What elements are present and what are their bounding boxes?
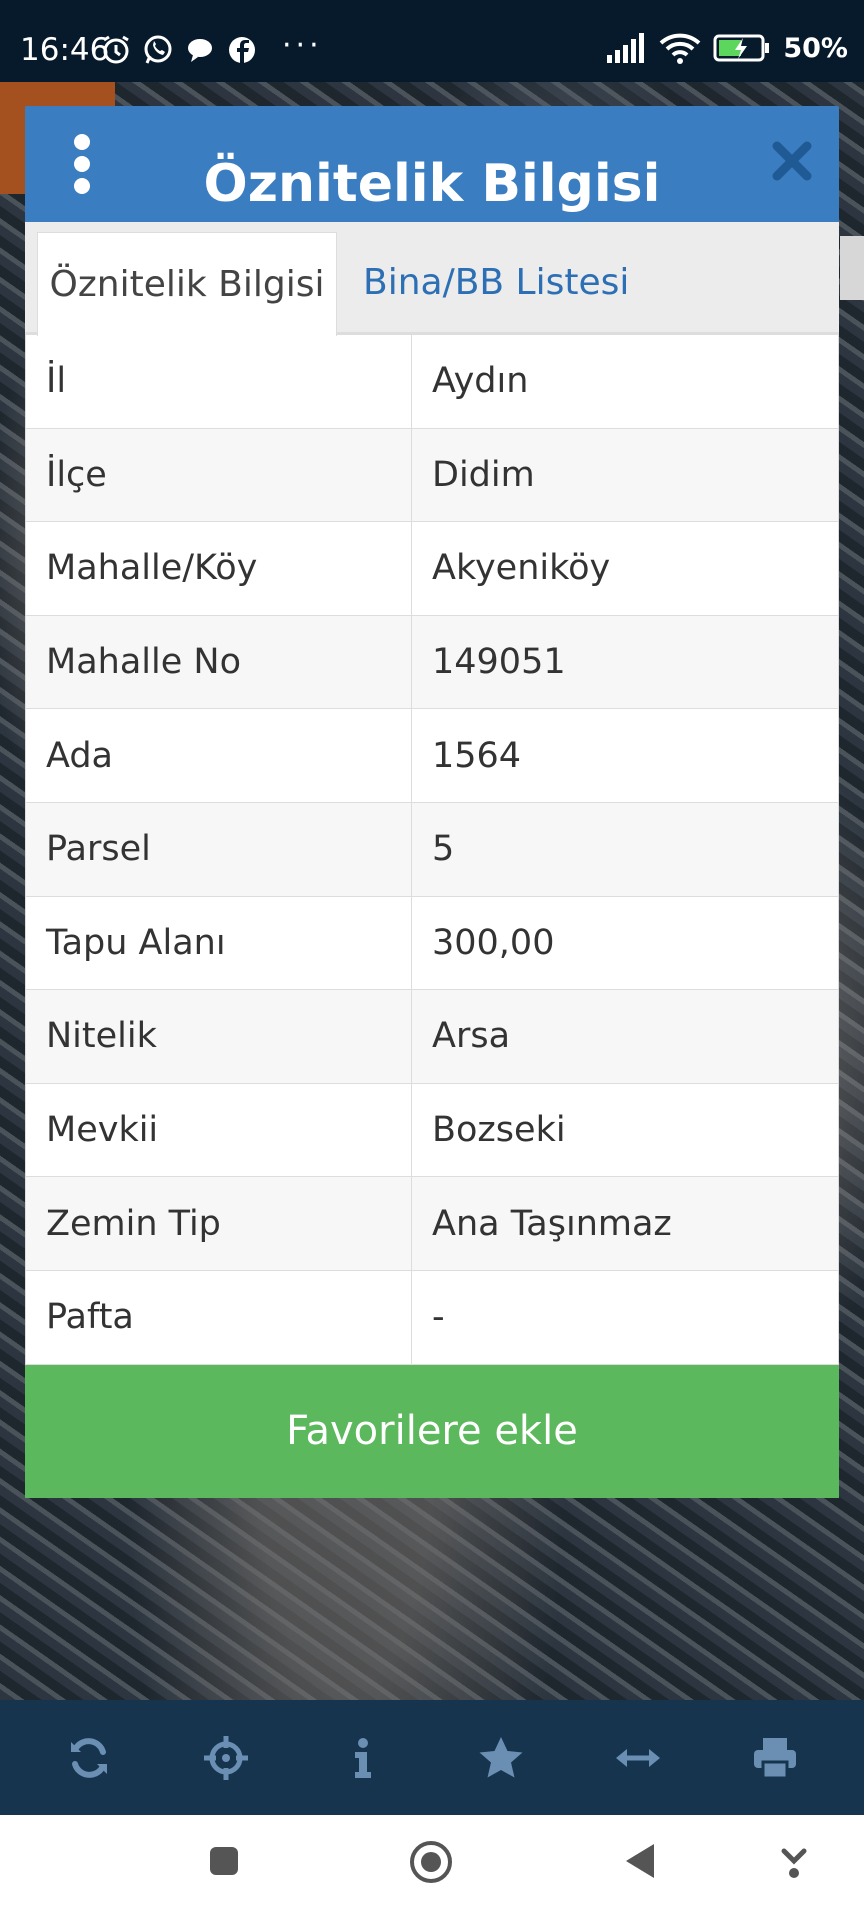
tab-attribute-info[interactable]: Öznitelik Bilgisi bbox=[37, 232, 337, 336]
battery-percentage: 50% bbox=[783, 32, 848, 64]
row-value: Aydın bbox=[411, 334, 839, 429]
row-value: Ana Taşınmaz bbox=[411, 1176, 839, 1271]
whatsapp-icon bbox=[144, 35, 172, 64]
signal-icon bbox=[607, 33, 645, 63]
row-key: İlçe bbox=[25, 427, 412, 523]
system-navigation-bar bbox=[0, 1815, 864, 1920]
home-icon[interactable] bbox=[408, 1839, 454, 1885]
add-to-favorites-button[interactable]: Favorilere ekle bbox=[25, 1364, 839, 1498]
keyboard-hide-icon[interactable] bbox=[778, 1845, 810, 1881]
table-row: Ada 1564 bbox=[25, 708, 839, 803]
table-row: Pafta - bbox=[25, 1269, 839, 1365]
status-time: 16:46 bbox=[20, 32, 110, 68]
row-value: Arsa bbox=[411, 989, 839, 1084]
row-key: Mevkii bbox=[25, 1082, 412, 1178]
row-key: Zemin Tip bbox=[25, 1176, 412, 1271]
table-row: Zemin Tip Ana Taşınmaz bbox=[25, 1176, 839, 1271]
crosshair-icon[interactable] bbox=[202, 1734, 250, 1782]
refresh-icon[interactable] bbox=[65, 1734, 113, 1782]
map-side-control[interactable] bbox=[840, 236, 864, 300]
row-value: - bbox=[411, 1269, 839, 1365]
facebook-icon bbox=[229, 37, 255, 63]
row-key: Ada bbox=[25, 708, 412, 803]
row-key: Mahalle No bbox=[25, 614, 412, 710]
notification-icons bbox=[100, 34, 258, 66]
dialog-header: Öznitelik Bilgisi bbox=[25, 106, 839, 222]
info-icon[interactable] bbox=[339, 1734, 387, 1782]
row-key: Mahalle/Köy bbox=[25, 521, 412, 616]
row-key: İl bbox=[25, 334, 412, 429]
dialog-title: Öznitelik Bilgisi bbox=[203, 154, 661, 214]
alarm-icon bbox=[103, 35, 129, 64]
row-value: 5 bbox=[411, 801, 839, 897]
attribute-table: İl Aydın İlçe Didim Mahalle/Köy Akyeniköy M… bbox=[25, 334, 839, 1365]
table-row: Parsel 5 bbox=[25, 801, 839, 897]
star-icon[interactable] bbox=[477, 1734, 525, 1782]
back-icon[interactable] bbox=[622, 1841, 658, 1881]
chat-icon bbox=[188, 39, 212, 62]
table-row: Tapu Alanı 300,00 bbox=[25, 895, 839, 991]
table-row: Mahalle/Köy Akyeniköy bbox=[25, 521, 839, 616]
table-row: İlçe Didim bbox=[25, 427, 839, 523]
more-notifications: ··· bbox=[282, 28, 323, 63]
print-icon[interactable] bbox=[751, 1734, 799, 1782]
tab-bar: Öznitelik Bilgisi Bina/BB Listesi bbox=[25, 222, 839, 336]
row-value: 149051 bbox=[411, 614, 839, 710]
row-value: 1564 bbox=[411, 708, 839, 803]
table-row: Mahalle No 149051 bbox=[25, 614, 839, 710]
battery-charging-icon bbox=[713, 34, 770, 62]
map-toolbar bbox=[0, 1700, 864, 1815]
row-key: Parsel bbox=[25, 801, 412, 897]
recent-apps-icon[interactable] bbox=[208, 1845, 240, 1877]
row-value: 300,00 bbox=[411, 895, 839, 991]
row-value: Bozseki bbox=[411, 1082, 839, 1178]
close-icon[interactable] bbox=[767, 136, 817, 186]
wifi-icon bbox=[660, 33, 701, 64]
row-value: Didim bbox=[411, 427, 839, 523]
tab-building-list[interactable]: Bina/BB Listesi bbox=[363, 232, 629, 332]
row-value: Akyeniköy bbox=[411, 521, 839, 616]
attribute-dialog: Öznitelik Bilgisi Öznitelik Bilgisi Bina… bbox=[25, 106, 839, 1498]
table-row: Nitelik Arsa bbox=[25, 989, 839, 1084]
row-key: Nitelik bbox=[25, 989, 412, 1084]
row-key: Pafta bbox=[25, 1269, 412, 1365]
table-row: İl Aydın bbox=[25, 334, 839, 429]
table-row: Mevkii Bozseki bbox=[25, 1082, 839, 1178]
system-icons: 50% bbox=[607, 32, 848, 64]
row-key: Tapu Alanı bbox=[25, 895, 412, 991]
measure-icon[interactable] bbox=[614, 1734, 662, 1782]
